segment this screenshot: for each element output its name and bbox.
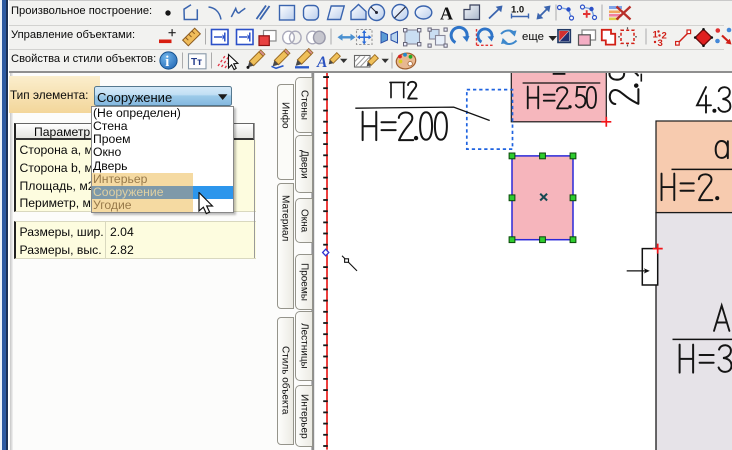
svg-text:A: A [440, 4, 453, 24]
svg-text:1.0: 1.0 [511, 5, 524, 16]
svg-text:i: i [165, 54, 169, 70]
svg-text:3: 3 [658, 38, 663, 49]
svg-text:Tт: Tт [191, 57, 202, 68]
svg-text:A: A [316, 54, 327, 71]
